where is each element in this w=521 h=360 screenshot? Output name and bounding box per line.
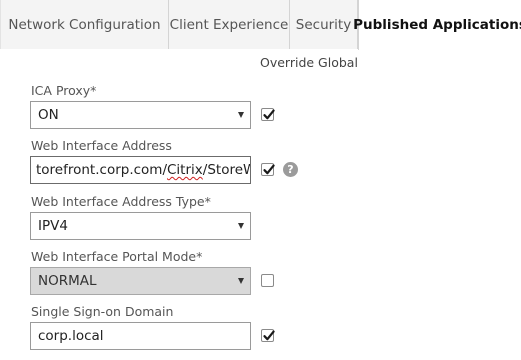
checkmark-icon — [263, 109, 275, 120]
tab-security[interactable]: Security — [290, 0, 358, 49]
tab-client-experience[interactable]: Client Experience — [169, 0, 290, 49]
dropdown-caret-icon — [238, 112, 244, 118]
ica-proxy-value: ON — [38, 107, 59, 123]
web-interface-portal-mode-value: NORMAL — [38, 273, 97, 289]
tab-published-applications[interactable]: Published Applications — [353, 0, 521, 50]
web-interface-portal-mode-label: Web Interface Portal Mode* — [31, 249, 203, 264]
web-interface-address-override-checkbox[interactable] — [261, 163, 275, 176]
web-interface-address-value: torefront.corp.com/Citrix/StoreWeb — [36, 162, 250, 178]
web-interface-address-input[interactable]: torefront.corp.com/Citrix/StoreWeb — [30, 156, 251, 184]
checkmark-icon — [263, 164, 275, 175]
override-global-heading: Override Global — [260, 55, 358, 70]
question-mark-icon[interactable]: ? — [283, 162, 298, 177]
dropdown-caret-icon — [238, 223, 244, 229]
dropdown-caret-icon — [238, 278, 244, 284]
web-interface-portal-mode-override-checkbox[interactable] — [261, 274, 274, 287]
single-sign-on-domain-label: Single Sign-on Domain — [31, 304, 174, 319]
single-sign-on-domain-input[interactable]: corp.local — [30, 322, 251, 350]
ica-proxy-select[interactable]: ON — [30, 101, 251, 129]
tab-bar: Network Configuration Client Experience … — [0, 0, 521, 50]
ica-proxy-label: ICA Proxy* — [31, 83, 97, 98]
checkmark-icon — [263, 330, 275, 341]
published-applications-settings-panel: Network Configuration Client Experience … — [0, 0, 521, 360]
single-sign-on-domain-override-checkbox[interactable] — [261, 329, 275, 342]
single-sign-on-domain-value: corp.local — [38, 328, 104, 344]
web-interface-address-label: Web Interface Address — [31, 138, 172, 153]
tab-network-configuration[interactable]: Network Configuration — [0, 0, 169, 49]
web-interface-portal-mode-select[interactable]: NORMAL — [30, 267, 251, 295]
web-interface-address-type-value: IPV4 — [38, 218, 68, 234]
web-interface-address-type-label: Web Interface Address Type* — [31, 194, 211, 209]
web-interface-address-type-select[interactable]: IPV4 — [30, 212, 251, 240]
ica-proxy-override-checkbox[interactable] — [261, 108, 275, 121]
